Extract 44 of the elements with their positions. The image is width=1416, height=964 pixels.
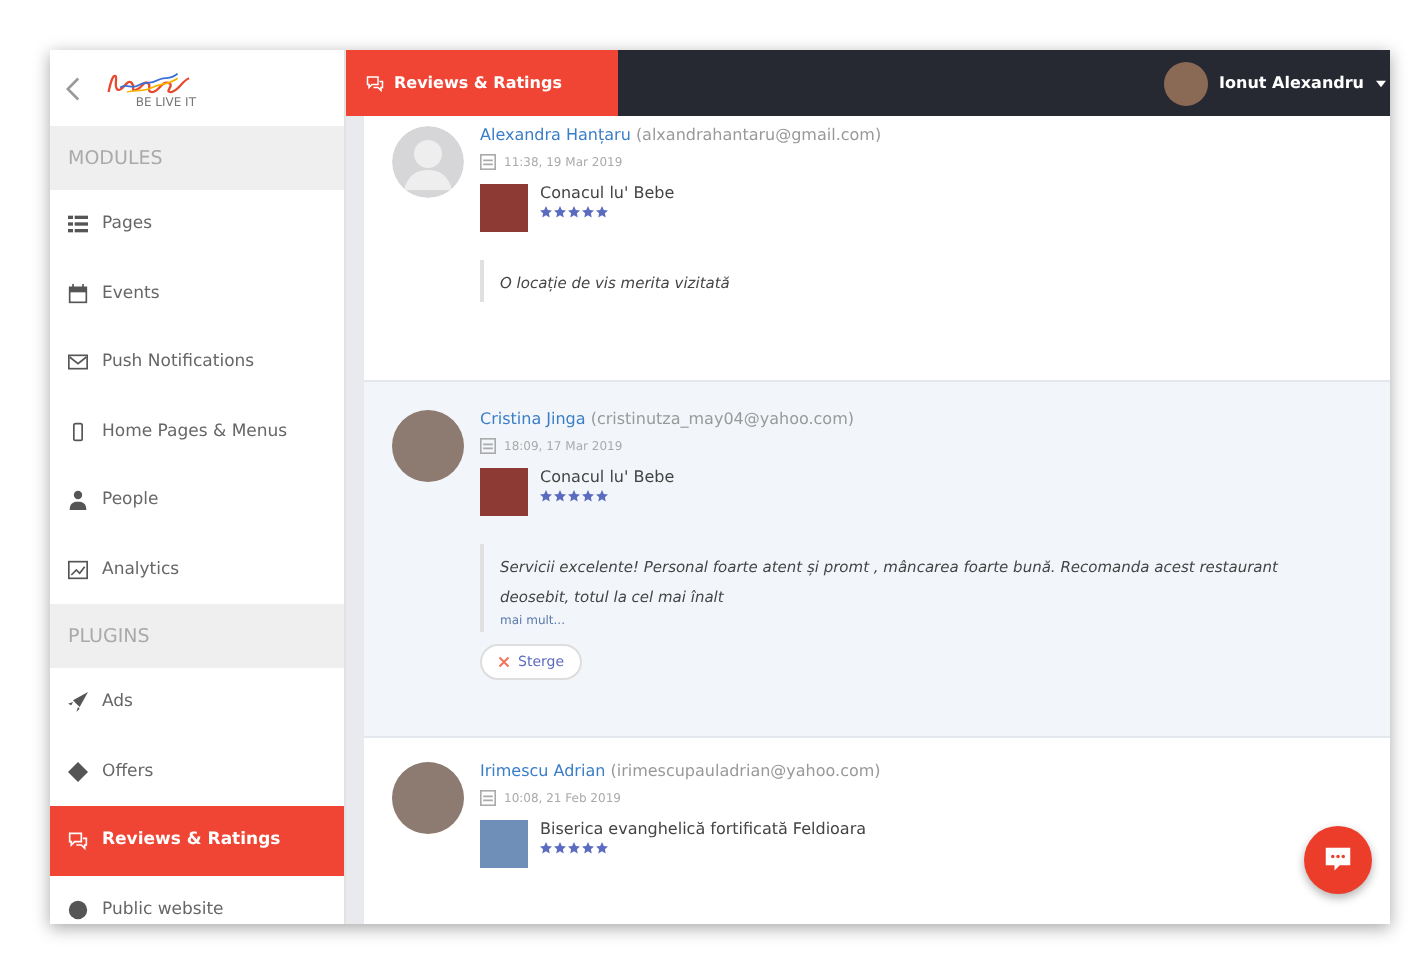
sidebar-item[interactable]: Ads xyxy=(50,668,344,737)
chart-icon xyxy=(68,559,88,580)
section-header: PLUGINS xyxy=(50,604,344,668)
reviewer-name[interactable]: Alexandra Hanțaru xyxy=(480,126,631,144)
reviewer-email: (irimescupauladrian@yahoo.com) xyxy=(610,762,881,780)
section-header: MODULES xyxy=(50,126,344,190)
reviewer-name[interactable]: Irimescu Adrian xyxy=(480,762,606,780)
reviewer-email: (alxandrahantaru@gmail.com) xyxy=(635,126,882,144)
sidebar-item[interactable]: Push Notifications xyxy=(50,328,344,397)
comments-icon xyxy=(366,74,384,92)
calendar-icon xyxy=(480,790,496,806)
reviewer-email: (cristinutza_may04@yahoo.com) xyxy=(590,410,854,428)
sidebar-item[interactable]: Offers xyxy=(50,737,344,806)
place-name: Conacul lu' Bebe xyxy=(540,468,675,486)
comments-icon xyxy=(68,830,88,851)
sidebar-item[interactable]: Events xyxy=(50,259,344,328)
place-name: Biserica evanghelică fortificată Feldioara xyxy=(540,820,867,838)
sidebar-item[interactable]: Analytics xyxy=(50,535,344,604)
close-icon xyxy=(498,656,510,668)
calendar-icon xyxy=(480,154,496,170)
sidebar-item[interactable]: Pages xyxy=(50,190,344,259)
reviewer-name[interactable]: Cristina Jinga xyxy=(480,410,586,428)
place-photo xyxy=(480,820,528,868)
page-title-tab[interactable]: Reviews & Ratings xyxy=(346,50,618,116)
person-icon xyxy=(68,490,88,511)
chat-icon xyxy=(1324,846,1352,874)
user-avatar xyxy=(1163,61,1208,105)
envelope-icon xyxy=(68,352,88,373)
calendar-icon xyxy=(68,283,88,304)
sidebar-item[interactable]: People xyxy=(50,466,344,535)
sidebar-item[interactable]: Home Pages & Menus xyxy=(50,397,344,466)
tag-icon xyxy=(68,761,88,782)
phone-icon xyxy=(68,421,88,442)
list-icon xyxy=(68,214,88,235)
place-photo xyxy=(480,468,528,516)
back-chevron-icon[interactable] xyxy=(66,75,80,101)
user-menu[interactable]: Ionut Alexandru xyxy=(1163,61,1390,105)
sidebar-item[interactable]: Reviews & Ratings xyxy=(50,806,344,875)
caret-icon xyxy=(1376,79,1386,87)
rocket-icon xyxy=(68,692,88,713)
place-name: Conacul lu' Bebe xyxy=(540,184,675,202)
place-photo xyxy=(480,184,528,232)
sidebar-item[interactable]: Public website xyxy=(50,875,344,924)
calendar-icon xyxy=(480,438,496,454)
